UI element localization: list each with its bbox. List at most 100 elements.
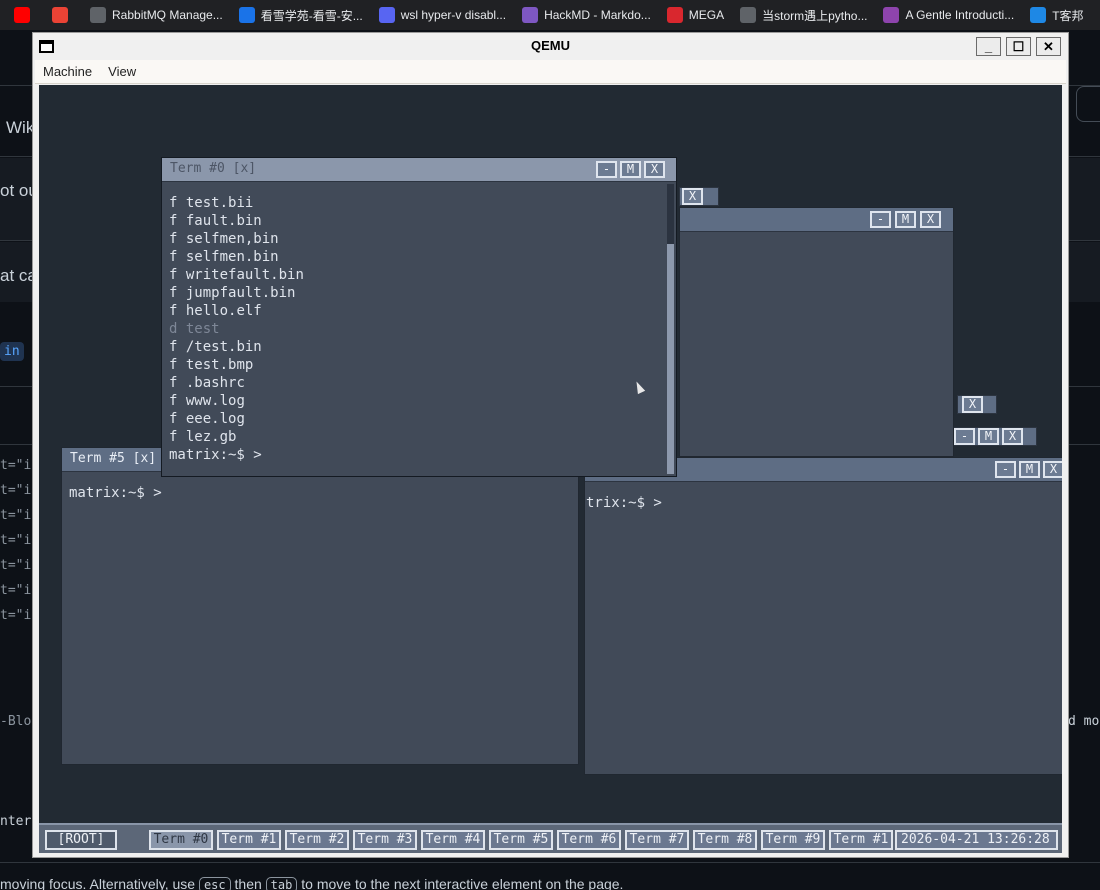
mega-icon: [666, 7, 683, 23]
file-entry: f www.log: [169, 392, 666, 410]
root-button[interactable]: [ROOT]: [45, 830, 117, 850]
bookmark-label: wsl hyper-v disabl...: [400, 8, 507, 22]
terminal-prompt: matrix:~$ >: [69, 485, 162, 501]
file-name: /test.bin: [185, 339, 262, 355]
bookmark-item[interactable]: 当storm遇上pytho...: [732, 0, 875, 30]
minimize-icon[interactable]: -: [954, 428, 975, 445]
clock: 2026-04-21 13:26:28: [895, 830, 1058, 850]
side-text-right: d mo: [1068, 714, 1100, 729]
file-entry: f /test.bin: [169, 338, 666, 356]
terminal-titlebar[interactable]: - M X: [680, 208, 953, 232]
minimize-button[interactable]: _: [976, 37, 1001, 56]
taskbar-term-button[interactable]: Term #2: [285, 830, 349, 850]
close-icon[interactable]: X: [682, 188, 703, 205]
taskbar-term-button[interactable]: Term #3: [353, 830, 417, 850]
taskbar-term-button[interactable]: Term #7: [625, 830, 689, 850]
bookmark-label: RabbitMQ Manage...: [112, 8, 223, 22]
taskbar-term-button[interactable]: Term #0: [149, 830, 213, 850]
bird-icon: [378, 7, 395, 23]
bookmark-item[interactable]: T客邦: [1022, 0, 1091, 30]
taskbar-term-button[interactable]: Term #8: [693, 830, 757, 850]
enter-text: nter: [0, 814, 32, 829]
qemu-titlebar[interactable]: QEMU _ ☐ ✕: [33, 33, 1068, 60]
taskbar-term-button[interactable]: Term #9: [761, 830, 825, 850]
minimized-window-title[interactable]: - M X: [953, 427, 1037, 446]
qemu-title: QEMU: [531, 38, 570, 53]
close-icon[interactable]: X: [644, 161, 665, 178]
kanxue-icon: [238, 7, 255, 23]
minimize-icon[interactable]: -: [995, 461, 1016, 478]
taskbar-term-button[interactable]: Term #5: [489, 830, 553, 850]
bookmark-item[interactable]: MEGA: [659, 0, 732, 30]
taskbar-term-button[interactable]: Term #4: [421, 830, 485, 850]
bookmark-item[interactable]: RabbitMQ Manage...: [82, 0, 231, 30]
youtube-icon: [14, 7, 30, 23]
file-entry: f selfmen.bin: [169, 248, 666, 266]
bookmark-item[interactable]: 看雪学苑-看雪-安...: [231, 0, 371, 30]
guest-screen[interactable]: X X - M X - M X - M X trix:~$ > Term #5 …: [39, 85, 1062, 853]
maximize-icon[interactable]: M: [1019, 461, 1040, 478]
minimized-window-title[interactable]: X: [957, 395, 997, 414]
close-icon[interactable]: X: [920, 211, 941, 228]
minimize-icon[interactable]: -: [870, 211, 891, 228]
terminal-window-0[interactable]: Term #0 [x] - M X f test.bii f fault.bin f…: [161, 157, 677, 477]
bookmark-item[interactable]: A Gentle Introducti...: [875, 0, 1022, 30]
file-name: selfmen.bin: [185, 249, 279, 265]
maximize-icon[interactable]: M: [978, 428, 999, 445]
menu-view[interactable]: View: [100, 64, 144, 79]
terminal-window-right[interactable]: - M X trix:~$ >: [584, 457, 1062, 775]
globe-icon: [90, 7, 106, 23]
terminal-window[interactable]: - M X: [679, 207, 954, 457]
terminal-title: Term #5 [x]: [70, 451, 157, 466]
bookmark-label: T客邦: [1052, 8, 1084, 23]
tkb-icon: [1030, 7, 1047, 23]
taskbar: [ROOT] 2026-04-21 13:26:28 Term #0 Term #…: [39, 823, 1062, 853]
file-entry: f hello.elf: [169, 302, 666, 320]
bookmark-label: 看雪学苑-看雪-安...: [260, 8, 363, 23]
file-name: test.bii: [185, 195, 254, 211]
bookmark-item[interactable]: [44, 0, 82, 30]
maximize-icon[interactable]: M: [620, 161, 641, 178]
terminal-prompt: matrix:~$ >: [169, 447, 262, 463]
close-button[interactable]: ✕: [1036, 37, 1061, 56]
minimized-window-title[interactable]: X: [679, 187, 719, 206]
maximize-button[interactable]: ☐: [1006, 37, 1031, 56]
gmail-icon: [52, 7, 68, 23]
page-fragment-4: in: [0, 342, 24, 361]
minimize-icon[interactable]: -: [596, 161, 617, 178]
terminal-window-5[interactable]: Term #5 [x] matrix:~$ >: [61, 447, 579, 765]
file-entry: f .bashrc: [169, 374, 666, 392]
taskbar-term-button[interactable]: Term #1: [829, 830, 893, 850]
file-name: jumpfault.bin: [185, 285, 296, 301]
close-icon[interactable]: X: [1002, 428, 1023, 445]
bookmark-label: A Gentle Introducti...: [905, 8, 1015, 22]
file-entry: f lez.gb: [169, 428, 666, 446]
file-name: fault.bin: [185, 213, 262, 229]
esc-key: esc: [198, 877, 231, 890]
page-fragment-1: Wik: [6, 118, 35, 137]
scrollbar-thumb[interactable]: [667, 184, 674, 244]
bookmark-item[interactable]: [6, 0, 44, 30]
close-icon[interactable]: X: [1043, 461, 1062, 478]
terminal-titlebar[interactable]: Term #0 [x] - M X: [162, 158, 676, 182]
taskbar-term-button[interactable]: Term #6: [557, 830, 621, 850]
bookmark-label: MEGA: [688, 8, 725, 22]
menu-machine[interactable]: Machine: [35, 64, 100, 79]
close-icon[interactable]: X: [962, 396, 983, 413]
file-entry: d test: [169, 320, 666, 338]
file-entry: f test.bmp: [169, 356, 666, 374]
maximize-icon[interactable]: M: [895, 211, 916, 228]
file-name: test: [185, 321, 220, 337]
hackmd-icon: [522, 7, 539, 23]
qemu-window: QEMU _ ☐ ✕ Machine View X X - M X - M X: [32, 32, 1069, 858]
bookmark-item[interactable]: HackMD - Markdo...: [514, 0, 659, 30]
file-name: writefault.bin: [185, 267, 304, 283]
file-name: .bashrc: [185, 375, 245, 391]
globe-icon: [740, 7, 757, 23]
file-entry: f selfmen,bin: [169, 230, 666, 248]
bookmark-item[interactable]: wsl hyper-v disabl...: [371, 0, 514, 30]
file-entry: f eee.log: [169, 410, 666, 428]
file-entry: f fault.bin: [169, 212, 666, 230]
search-button[interactable]: [1076, 86, 1100, 122]
taskbar-term-button[interactable]: Term #1: [217, 830, 281, 850]
